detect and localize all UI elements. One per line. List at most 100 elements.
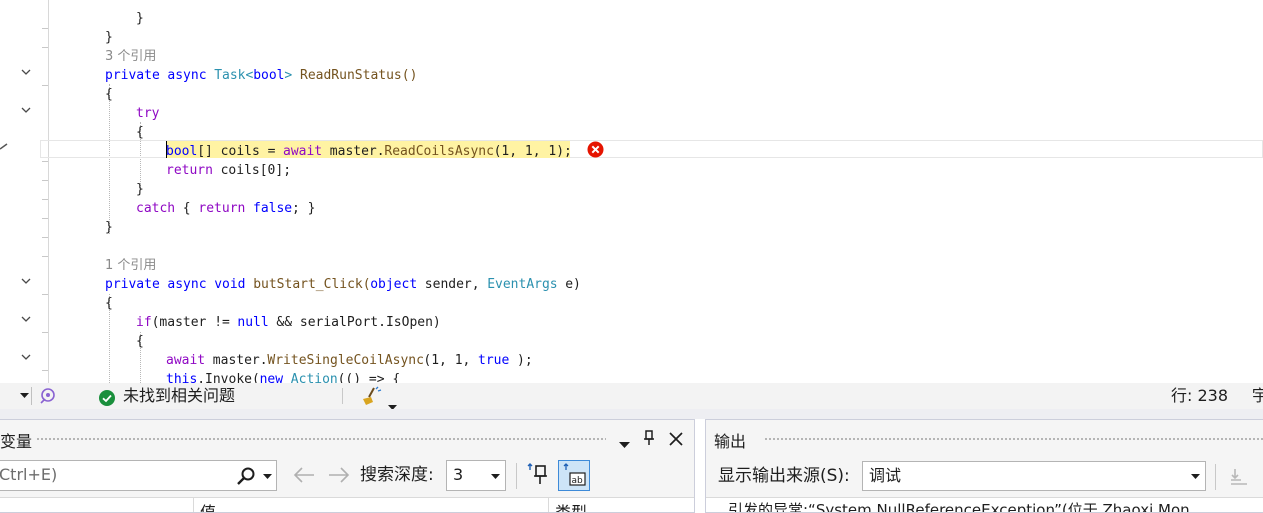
search-icon[interactable] [236,467,256,485]
code-line[interactable]: } [0,28,1263,47]
fold-chevron-icon[interactable] [20,351,32,363]
code-line[interactable]: { [0,332,1263,351]
output-message: 引发的异常:“System.NullReferenceException”(位于… [728,501,1190,513]
code-token: ; } [292,201,316,216]
issues-status-text[interactable]: 未找到相关问题 [123,383,235,409]
panel-title: 变量 [0,432,33,451]
code-token: null [237,315,269,330]
code-token: .Invoke( [197,372,260,383]
code-token: && serialPort.IsOpen) [276,315,441,330]
reference-count-lens[interactable]: 1 个引用 [105,256,156,275]
char-indicator[interactable]: 宇 [1252,383,1263,409]
code-token: sender, [424,277,480,292]
code-token: { [105,296,113,311]
gutter-dash [42,180,48,181]
error-circle-icon[interactable] [587,141,604,158]
close-icon[interactable] [669,431,683,450]
code-line[interactable]: try [0,104,1263,123]
fold-chevron-icon[interactable] [20,275,32,287]
code-token: object [370,277,418,292]
cleanup-dropdown-chevron-icon[interactable] [388,393,397,410]
code-token: { [136,334,144,349]
code-line[interactable]: await master. WriteSingleCoilAsync (1, 1, tr… [0,351,1263,370]
code-token: catch [136,201,176,216]
code-token: } [136,11,144,26]
code-line[interactable]: if (master != null && serialPort.IsOpen) [0,313,1263,332]
code-line[interactable]: private async Task< bool > ReadRunStatus() [0,66,1263,85]
intellicode-icon[interactable] [38,387,58,405]
code-line[interactable]: } [0,180,1263,199]
pin-icon[interactable] [643,430,655,450]
gutter-dash [42,47,48,48]
zoom-dropdown[interactable] [0,383,32,409]
search-input[interactable]: Ctrl+E) [0,460,277,491]
code-line[interactable]: { [0,85,1263,104]
search-dropdown-chevron-icon[interactable] [263,474,272,480]
code-line[interactable]: bool[] coils = await master. ReadCoilsAsync… [0,142,1263,161]
output-source-select[interactable]: 调试 [862,461,1206,491]
gutter-dash [42,218,48,219]
code-line[interactable]: private async void butStart_Click(object sen… [0,275,1263,294]
code-token: (1, 1, [423,353,471,368]
search-depth-label: 搜索深度: [360,465,434,485]
code-token: false [253,201,293,216]
code-cleanup-broom-icon[interactable] [360,386,382,406]
output-source-value: 调试 [869,466,902,485]
code-line[interactable]: 1 个引用 [0,256,1263,275]
panel-splitter[interactable] [0,409,1263,419]
column-header-value[interactable]: 值 [200,499,216,512]
toolbar-separator [1215,464,1216,490]
code-line[interactable]: this .Invoke(new Action(() => { [0,370,1263,383]
code-line[interactable]: catch {return false; } [0,199,1263,218]
svg-text:ab: ab [572,476,584,486]
panel-menu-chevron-icon[interactable] [619,434,630,453]
search-depth-value: 3 [453,465,464,484]
output-panel: 输出 显示输出来源(S): 调试 引发的异常:“System.NullRefer… [705,419,1263,513]
code-token: (master != [151,315,230,330]
code-token: (() => { [337,372,401,383]
code-token: Task< [214,68,254,83]
line-number-indicator[interactable]: 行: 238 [1171,383,1228,409]
code-line[interactable]: { [0,294,1263,313]
back-arrow-icon[interactable] [293,466,315,488]
fold-chevron-icon[interactable] [20,66,32,78]
find-message-in-code-icon[interactable] [1227,466,1251,492]
gutter-dash [42,256,48,257]
code-token: private [105,277,160,292]
forward-arrow-icon[interactable] [328,466,350,488]
code-token: } [105,220,113,235]
variables-grid-header: 值 类型 [0,497,694,512]
column-header-type[interactable]: 类型 [555,499,587,512]
code-token: await [166,353,206,368]
code-token: } [105,30,113,45]
code-token: return [166,163,213,178]
depth-chevron-icon [491,474,500,479]
code-token: try [136,106,160,121]
code-token: this [166,372,198,383]
output-panel-title: 输出 [714,432,747,451]
panel-grip[interactable] [764,437,1263,442]
code-token: } [136,182,144,197]
output-text-area[interactable]: 引发的异常:“System.NullReferenceException”(位于… [706,497,1263,513]
code-token: coils[0]; [220,163,292,178]
search-depth-select[interactable]: 3 [446,460,506,491]
code-line[interactable]: } [0,218,1263,237]
code-line[interactable] [0,237,1263,256]
reference-count-lens[interactable]: 3 个引用 [105,47,156,66]
code-token: await [283,144,323,159]
status-separator [342,388,343,404]
code-token: private [105,68,160,83]
code-editor[interactable]: coilStop.Enabled = true;}}3 个引用privateas… [0,0,1263,383]
fold-chevron-icon[interactable] [20,104,32,116]
code-line[interactable]: { [0,123,1263,142]
code-token: master. [329,144,385,159]
pin-source-icon[interactable] [527,462,551,490]
panel-grip[interactable] [36,437,606,442]
view-as-text-toggle[interactable]: ab [558,460,590,491]
gutter-dash [42,332,48,333]
fold-chevron-icon[interactable] [20,313,32,325]
code-line[interactable]: } [0,9,1263,28]
code-line[interactable]: return coils[0]; [0,161,1263,180]
code-line[interactable]: 3 个引用 [0,47,1263,66]
code-token: EventArgs [487,277,558,292]
